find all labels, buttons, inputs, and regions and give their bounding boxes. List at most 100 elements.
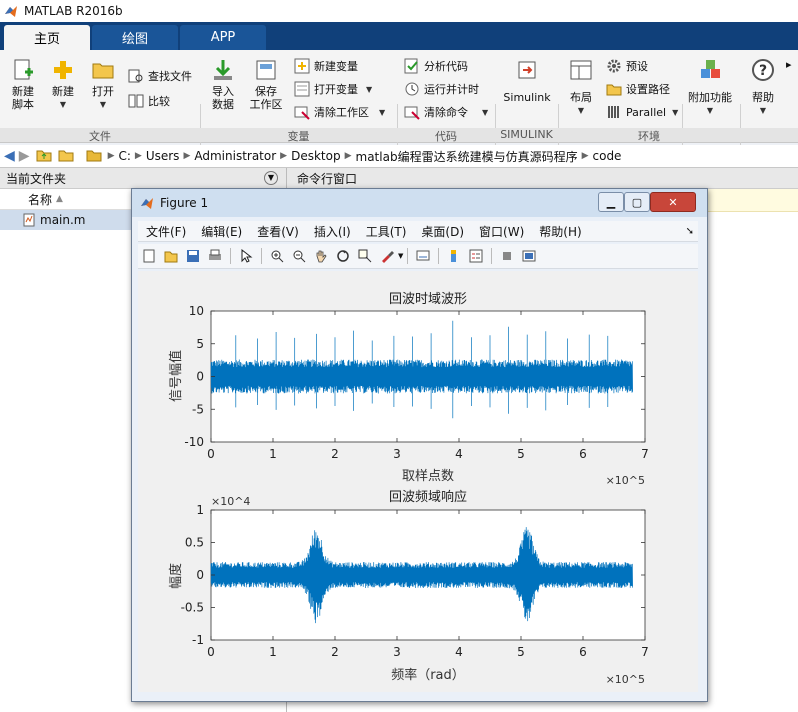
import-data-label: 导入 数据	[212, 85, 234, 111]
open-variable-label: 打开变量	[314, 83, 358, 96]
compare-button[interactable]: 比较	[128, 93, 170, 109]
ribbon-overflow-button[interactable]: ▸	[786, 58, 792, 71]
pan-hand-icon[interactable]	[313, 248, 329, 264]
add-ons-button[interactable]: 附加功能 ▼	[686, 58, 734, 117]
pointer-icon[interactable]	[238, 248, 254, 264]
section-code-label: 代码	[435, 130, 457, 143]
menu-desktop[interactable]: 桌面(D)	[421, 223, 464, 240]
help-label: 帮助	[752, 91, 774, 104]
up-folder-icon[interactable]	[36, 148, 52, 165]
menu-tools[interactable]: 工具(T)	[366, 223, 407, 240]
crumb-code[interactable]: code	[593, 149, 622, 163]
matlab-figure-icon	[141, 198, 153, 209]
open-variable-button[interactable]: 打开变量 ▼	[294, 81, 372, 97]
brush-dropdown-icon[interactable]: ▼	[398, 252, 403, 260]
zoom-out-icon[interactable]	[291, 248, 307, 264]
tab-apps[interactable]: APP	[180, 25, 266, 50]
zoom-in-icon[interactable]	[269, 248, 285, 264]
help-button[interactable]: ? 帮助 ▼	[746, 58, 780, 117]
y-tick-label: -5	[192, 402, 204, 416]
chevron-down-icon: ▼	[99, 100, 107, 109]
section-variable-label: 变量	[287, 130, 310, 143]
legend-icon[interactable]	[468, 248, 484, 264]
section-code: 代码	[397, 128, 496, 143]
save-icon[interactable]	[185, 248, 201, 264]
menu-window[interactable]: 窗口(W)	[479, 223, 524, 240]
rotate-3d-icon[interactable]	[335, 248, 351, 264]
chart-title-time: 回波时域波形	[389, 292, 467, 307]
add-ons-icon	[701, 60, 720, 78]
browse-folder-icon[interactable]	[58, 148, 74, 165]
open-button[interactable]: 打开 ▼	[86, 58, 120, 111]
show-plot-tools-icon[interactable]	[521, 248, 537, 264]
analyze-code-label: 分析代码	[424, 60, 468, 73]
chevron-down-icon: ▼	[482, 107, 489, 117]
find-files-button[interactable]: 查找文件	[128, 68, 192, 84]
path-root-icon	[86, 148, 102, 165]
new-script-button[interactable]: 新建 脚本	[6, 58, 40, 111]
crumb-administrator[interactable]: Administrator	[194, 149, 276, 163]
figure-menubar: 文件(F) 编辑(E) 查看(V) 插入(I) 工具(T) 桌面(D) 窗口(W…	[138, 221, 698, 242]
toolbar-divider	[407, 248, 409, 264]
new-variable-label: 新建变量	[314, 60, 358, 73]
ylabel-time: 信号幅值	[168, 350, 184, 402]
layout-icon	[570, 60, 592, 80]
forward-arrow-icon[interactable]: ▶	[19, 148, 30, 164]
open-file-icon[interactable]	[163, 248, 179, 264]
menu-file[interactable]: 文件(F)	[146, 223, 186, 240]
section-file-label: 文件	[89, 130, 111, 143]
brush-icon[interactable]	[379, 248, 395, 264]
crumb-users[interactable]: Users	[146, 149, 180, 163]
path-separator-icon: ▶	[280, 151, 288, 161]
chevron-down-icon: ▼	[672, 107, 679, 117]
crumb-drive[interactable]: C:	[118, 149, 130, 163]
clear-commands-button[interactable]: 清除命令 ▼	[404, 104, 488, 120]
new-figure-icon[interactable]	[141, 248, 157, 264]
parallel-button[interactable]: Parallel ▼	[606, 104, 678, 120]
back-arrow-icon[interactable]: ◀	[4, 148, 15, 164]
hide-plot-tools-icon[interactable]	[499, 248, 515, 264]
minimize-button[interactable]: ▁	[598, 192, 624, 212]
colorbar-icon[interactable]	[446, 248, 462, 264]
import-data-button[interactable]: 导入 数据	[206, 58, 240, 111]
maximize-button[interactable]: ▢	[624, 192, 650, 212]
new-variable-icon	[294, 58, 310, 74]
link-plot-icon[interactable]	[415, 248, 431, 264]
y-tick-label: -10	[184, 435, 204, 449]
menu-edit[interactable]: 编辑(E)	[201, 223, 242, 240]
preferences-button[interactable]: 预设	[606, 58, 648, 74]
new-variable-button[interactable]: 新建变量	[294, 58, 358, 74]
menu-help[interactable]: 帮助(H)	[539, 223, 581, 240]
x-tick-label: 1	[269, 645, 277, 659]
axes-time-domain[interactable]: 回波时域波形 取样点数 信号幅值 ×10^5 0 1 2 3 4 5 6 7 10 5 0 -5 -10	[168, 292, 649, 487]
y-tick-label: 0	[196, 370, 204, 384]
tab-plots-label: 绘图	[121, 32, 148, 47]
simulink-icon	[518, 61, 536, 79]
axes-freq-domain[interactable]: 回波频域响应 频率（rad） 幅度 ×10^5 ×10^4 0 1 2 3 4 5 6 7 1 0…	[168, 489, 649, 686]
import-icon	[214, 60, 232, 80]
set-path-button[interactable]: 设置路径	[606, 81, 670, 97]
panel-menu-icon[interactable]: ▼	[264, 171, 278, 185]
dock-arrow-icon[interactable]: ➘	[686, 226, 694, 237]
new-button[interactable]: 新建 ▼	[46, 58, 80, 111]
simulink-button[interactable]: Simulink	[502, 58, 552, 104]
app-titlebar: MATLAB R2016b	[0, 0, 798, 22]
menu-view[interactable]: 查看(V)	[257, 223, 299, 240]
layout-button[interactable]: 布局 ▼	[564, 58, 598, 117]
x-tick-label: 4	[455, 447, 463, 461]
crumb-desktop[interactable]: Desktop	[291, 149, 341, 163]
data-cursor-icon[interactable]	[357, 248, 373, 264]
analyze-code-button[interactable]: 分析代码	[404, 58, 468, 74]
clear-commands-label: 清除命令	[424, 106, 468, 119]
run-and-time-button[interactable]: 运行并计时	[404, 81, 479, 97]
matlab-logo-icon	[5, 6, 17, 17]
print-icon[interactable]	[207, 248, 223, 264]
crumb-project[interactable]: matlab编程雷达系统建模与仿真源码程序	[356, 148, 578, 165]
close-button[interactable]: ✕	[650, 192, 696, 212]
open-variable-icon	[294, 81, 310, 97]
save-workspace-button[interactable]: 保存 工作区	[246, 58, 286, 111]
tab-home[interactable]: 主页	[4, 25, 90, 50]
menu-insert[interactable]: 插入(I)	[314, 223, 351, 240]
tab-plots[interactable]: 绘图	[92, 25, 178, 50]
clear-workspace-button[interactable]: 清除工作区 ▼	[294, 104, 385, 120]
